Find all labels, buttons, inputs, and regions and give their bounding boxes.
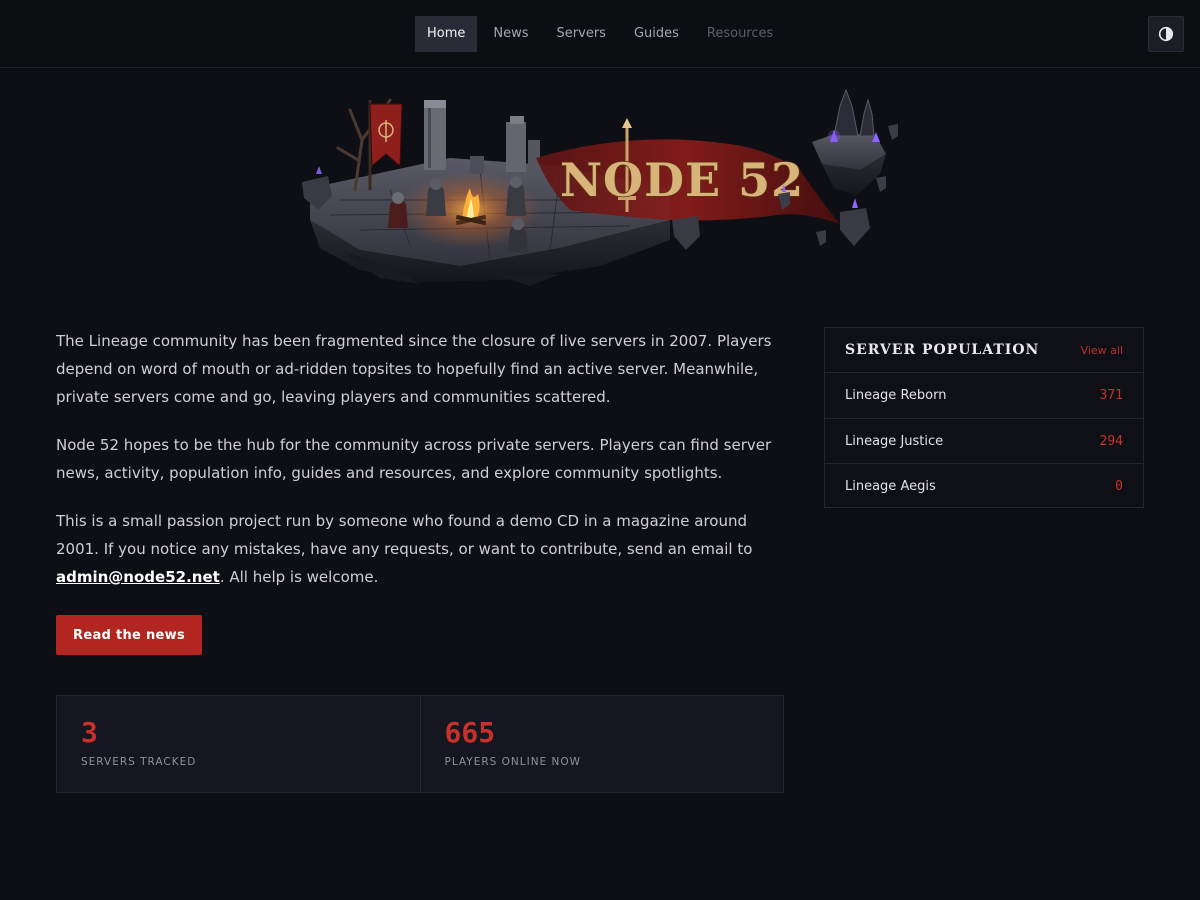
panel-title: Server Population [845,342,1040,358]
stat-value: 3 [81,716,98,749]
intro-paragraph-1: The Lineage community has been fragmente… [56,332,772,406]
server-row-justice[interactable]: Lineage Justice 294 [825,418,1143,463]
stat-value: 665 [444,716,496,749]
top-navbar: Home News Servers Guides Resources [0,0,1200,68]
server-name: Lineage Reborn [845,388,947,403]
nav-servers[interactable]: Servers [545,16,618,52]
server-row-aegis[interactable]: Lineage Aegis 0 [825,463,1143,508]
nav-home[interactable]: Home [415,16,478,52]
contact-email-link[interactable]: admin@node52.net [56,568,220,586]
server-name: Lineage Aegis [845,478,936,494]
read-news-button[interactable]: Read the news [56,615,202,655]
nav-news[interactable]: News [481,16,540,52]
stat-servers-tracked: 3 Servers tracked [57,696,420,792]
brand-logo: NODE 52 [560,153,804,207]
panel-header: Server Population View all [825,328,1143,373]
intro-paragraph-2: Node 52 hopes to be the hub for the comm… [56,436,772,482]
server-row-reborn[interactable]: Lineage Reborn 371 [825,373,1143,418]
nav-guides[interactable]: Guides [622,16,691,52]
stat-players-online: 665 Players online now [419,696,784,792]
server-population-panel: Server Population View all Lineage Rebor… [824,327,1144,508]
stat-label: Servers tracked [81,756,197,768]
server-player-count: 371 [1099,388,1123,403]
hero-artwork: NODE 52 [302,88,898,286]
intro-section: The Lineage community has been fragmente… [56,327,786,611]
contrast-icon [1158,26,1174,42]
theme-toggle-button[interactable] [1148,16,1184,52]
intro-paragraph-3: This is a small passion project run by s… [56,507,786,591]
floating-shrine [812,88,886,196]
main-nav: Home News Servers Guides Resources [415,16,789,52]
hero-banner: NODE 52 [300,70,900,288]
intro-paragraph-3-text: This is a small passion project run by s… [56,512,753,558]
stat-label: Players online now [444,756,582,768]
server-name: Lineage Justice [845,433,944,449]
view-all-link[interactable]: View all [1081,344,1123,357]
server-player-count: 0 [1115,478,1123,494]
server-player-count: 294 [1099,433,1123,449]
nav-resources[interactable]: Resources [695,16,785,52]
intro-paragraph-3-tail: . All help is welcome. [219,568,379,586]
ruined-pillars [424,100,540,174]
stats-box: 3 Servers tracked 665 Players online now [56,695,784,793]
